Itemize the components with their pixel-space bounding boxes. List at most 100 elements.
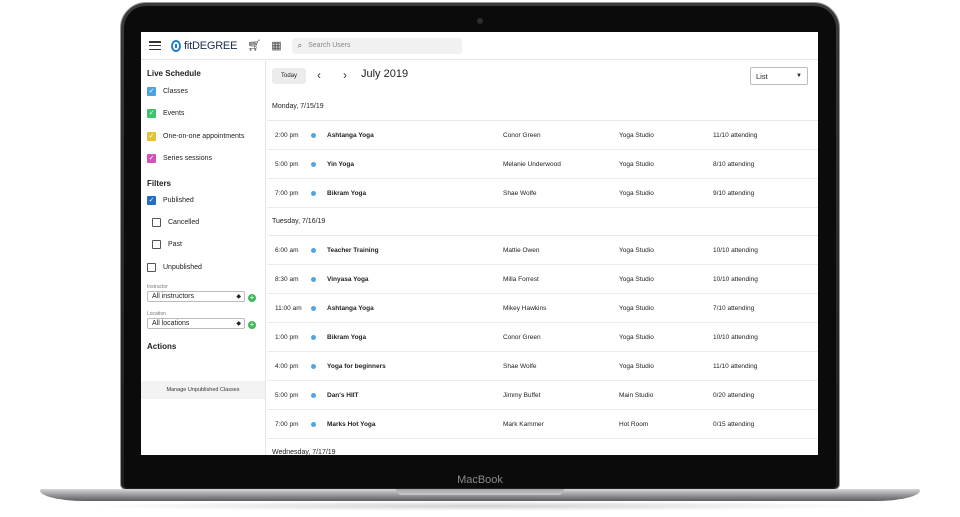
class-dot-icon xyxy=(311,161,316,167)
event-row[interactable]: 7:00 pm Marks Hot Yoga Mark Kammer Hot R… xyxy=(267,410,818,439)
event-row[interactable]: 8:30 am Vinyasa Yoga Milla Forrest Yoga … xyxy=(267,265,818,294)
laptop-shadow xyxy=(80,501,880,511)
camera-icon xyxy=(477,18,483,24)
class-dot-icon xyxy=(311,305,316,311)
filter-classes[interactable]: ✓ Classes xyxy=(147,87,188,96)
search-icon: ⌕ xyxy=(297,40,303,50)
class-dot-icon xyxy=(311,334,316,340)
add-instructor-icon[interactable]: + xyxy=(248,294,256,302)
instructor-select-value: All instructors xyxy=(152,293,195,300)
event-row[interactable]: 11:00 am Ashtanga Yoga Mikey Hawkins Yog… xyxy=(267,294,818,323)
sidebar: Live Schedule ✓ Classes ✓ Events ✓ One-o… xyxy=(141,61,266,455)
menu-icon[interactable] xyxy=(149,41,161,50)
checkbox-series[interactable]: ✓ xyxy=(147,154,156,163)
event-name[interactable]: Vinyasa Yoga xyxy=(327,276,369,283)
instructor-select[interactable]: All instructors ◆ xyxy=(147,291,245,302)
location-select[interactable]: All locations ◆ xyxy=(147,318,245,329)
event-time: 8:30 am xyxy=(275,275,299,283)
day-header: Wednesday, 7/17/19 xyxy=(267,439,818,455)
filter-series-label: Series sessions xyxy=(163,155,213,162)
class-dot-icon xyxy=(311,190,316,196)
location-label: Location xyxy=(147,311,166,317)
event-attending: 7/10 attending xyxy=(713,304,755,312)
event-instructor: Shae Wolfe xyxy=(503,189,537,197)
filter-classes-label: Classes xyxy=(163,88,188,95)
checkbox-classes[interactable]: ✓ xyxy=(147,87,156,96)
filter-cancelled[interactable]: Cancelled xyxy=(152,218,199,227)
checkbox-events[interactable]: ✓ xyxy=(147,109,156,118)
event-name[interactable]: Teacher Training xyxy=(327,247,379,254)
event-name[interactable]: Marks Hot Yoga xyxy=(327,421,376,428)
chevron-down-icon: ▼ xyxy=(796,73,802,79)
checkbox-past[interactable] xyxy=(152,240,161,249)
event-row[interactable]: 5:00 pm Yin Yoga Melanie Underwood Yoga … xyxy=(267,150,818,179)
class-dot-icon xyxy=(311,276,316,282)
calendar-icon[interactable]: ▦ xyxy=(271,39,281,52)
event-attending: 0/15 attending xyxy=(713,420,755,428)
class-dot-icon xyxy=(311,392,316,398)
app-logo[interactable]: fitDEGREE xyxy=(171,39,237,52)
filters-heading: Filters xyxy=(147,179,172,188)
event-instructor: Jimmy Buffet xyxy=(503,391,541,399)
class-dot-icon xyxy=(311,363,316,369)
event-name[interactable]: Ashtanga Yoga xyxy=(327,305,374,312)
manage-unpublished-button[interactable]: Manage Unpublished Classes xyxy=(141,381,265,399)
app-screen: fitDEGREE 🛒︎ ▦ ⌕ Search Users Live Sched… xyxy=(141,32,818,455)
event-name[interactable]: Bikram Yoga xyxy=(327,190,366,197)
schedule-main: Today ‹ › July 2019 List ▼ Monday, 7/15/… xyxy=(267,61,818,455)
filter-published[interactable]: ✓ Published xyxy=(147,196,194,205)
event-attending: 10/10 attending xyxy=(713,333,758,341)
month-title: July 2019 xyxy=(361,68,409,80)
event-name[interactable]: Yoga for beginners xyxy=(327,363,386,370)
today-button[interactable]: Today xyxy=(272,68,306,84)
checkbox-unpublished[interactable] xyxy=(147,263,156,272)
event-row[interactable]: 4:00 pm Yoga for beginners Shae Wolfe Yo… xyxy=(267,352,818,381)
view-select[interactable]: List ▼ xyxy=(750,67,808,85)
filter-past[interactable]: Past xyxy=(152,240,182,249)
checkbox-cancelled[interactable] xyxy=(152,218,161,227)
event-row[interactable]: 6:00 am Teacher Training Mattie Owen Yog… xyxy=(267,236,818,265)
class-dot-icon xyxy=(311,247,316,253)
event-location: Yoga Studio xyxy=(619,362,654,370)
filter-unpublished[interactable]: Unpublished xyxy=(147,263,202,272)
event-row[interactable]: 2:00 pm Ashtanga Yoga Conor Green Yoga S… xyxy=(267,121,818,150)
event-time: 7:00 pm xyxy=(275,420,299,428)
event-attending: 9/10 attending xyxy=(713,189,755,197)
filter-past-label: Past xyxy=(168,241,183,248)
event-location: Yoga Studio xyxy=(619,275,654,283)
prev-month-icon[interactable]: ‹ xyxy=(317,69,321,81)
cart-icon[interactable]: 🛒︎ xyxy=(247,39,261,52)
logo-mark-icon xyxy=(171,39,181,52)
checkbox-published[interactable]: ✓ xyxy=(147,196,156,205)
actions-heading: Actions xyxy=(147,342,177,351)
event-name[interactable]: Bikram Yoga xyxy=(327,334,366,341)
event-location: Yoga Studio xyxy=(619,304,654,312)
event-attending: 10/10 attending xyxy=(713,275,758,283)
event-name[interactable]: Yin Yoga xyxy=(327,161,354,168)
checkbox-appointments[interactable]: ✓ xyxy=(147,132,156,141)
add-location-icon[interactable]: + xyxy=(248,321,256,329)
event-location: Yoga Studio xyxy=(619,131,654,139)
filter-series[interactable]: ✓ Series sessions xyxy=(147,154,212,163)
event-name[interactable]: Ashtanga Yoga xyxy=(327,132,374,139)
event-instructor: Mark Kammer xyxy=(503,420,544,428)
filter-events-label: Events xyxy=(163,110,185,117)
filter-cancelled-label: Cancelled xyxy=(168,219,200,226)
select-arrows-icon: ◆ xyxy=(236,321,241,327)
day-header: Monday, 7/15/19 xyxy=(267,93,818,121)
event-instructor: Shae Wolfe xyxy=(503,362,537,370)
event-name[interactable]: Dan's HIIT xyxy=(327,392,359,399)
next-month-icon[interactable]: › xyxy=(343,69,347,81)
event-row[interactable]: 1:00 pm Bikram Yoga Conor Green Yoga Stu… xyxy=(267,323,818,352)
filter-unpublished-label: Unpublished xyxy=(163,264,202,271)
event-instructor: Mattie Owen xyxy=(503,246,540,254)
event-time: 5:00 pm xyxy=(275,391,299,399)
filter-events[interactable]: ✓ Events xyxy=(147,109,184,118)
event-location: Main Studio xyxy=(619,391,654,399)
search-placeholder: Search Users xyxy=(308,42,351,49)
search-input[interactable]: ⌕ Search Users xyxy=(291,37,462,54)
instructor-label: Instructor xyxy=(147,284,168,290)
event-row[interactable]: 7:00 pm Bikram Yoga Shae Wolfe Yoga Stud… xyxy=(267,179,818,208)
event-row[interactable]: 5:00 pm Dan's HIIT Jimmy Buffet Main Stu… xyxy=(267,381,818,410)
filter-appointments[interactable]: ✓ One-on-one appointments xyxy=(147,132,244,141)
